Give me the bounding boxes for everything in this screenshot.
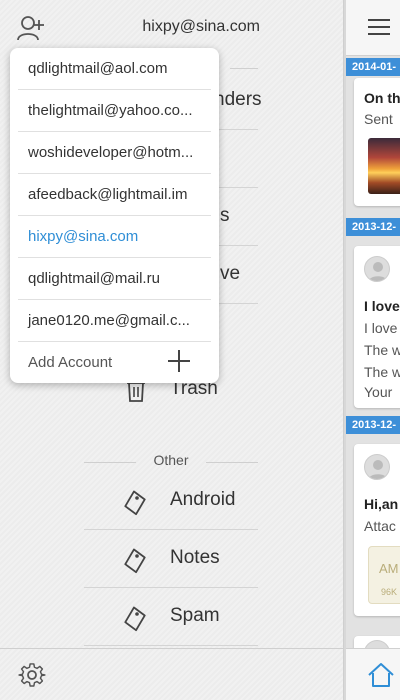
- tag-icon: [124, 490, 146, 516]
- mail-list-toolbar: [346, 0, 400, 56]
- gear-icon[interactable]: [18, 661, 46, 689]
- account-item[interactable]: thelightmail@yahoo.co...: [10, 90, 219, 132]
- mail-preview: I love: [364, 320, 398, 336]
- mail-subject: On th: [364, 90, 400, 106]
- account-switcher-dropdown: qdlightmail@aol.com thelightmail@yahoo.c…: [10, 48, 219, 383]
- account-item[interactable]: qdlightmail@aol.com: [10, 48, 219, 90]
- avatar: [364, 454, 390, 480]
- section-header-other: Other: [84, 452, 258, 472]
- label-name: Spam: [170, 605, 220, 626]
- account-item[interactable]: woshideveloper@hotm...: [10, 132, 219, 174]
- account-item[interactable]: afeedback@lightmail.im: [10, 174, 219, 216]
- label-item-spam[interactable]: Spam: [84, 588, 258, 646]
- account-item-active[interactable]: hixpy@sina.com: [10, 216, 219, 258]
- account-item[interactable]: qdlightmail@mail.ru: [10, 258, 219, 300]
- label-item-android[interactable]: Android: [84, 472, 258, 530]
- label-name: Notes: [170, 547, 220, 568]
- menu-item-label: ve: [220, 263, 241, 284]
- mail-subject: I love: [364, 298, 400, 314]
- date-header: 2013-12-: [346, 218, 400, 236]
- add-user-icon[interactable]: [16, 14, 46, 42]
- mail-preview: The w: [364, 364, 400, 380]
- mail-list-panel: 2014-01- On th Sent 2013-12- I love I lo…: [346, 0, 400, 700]
- label-item-notes[interactable]: Notes: [84, 530, 258, 588]
- plus-icon[interactable]: [166, 348, 192, 374]
- mail-preview: Sent: [364, 111, 393, 127]
- tag-icon: [124, 606, 146, 632]
- mail-list-bottombar: [346, 648, 400, 700]
- mail-preview: Attac: [364, 518, 396, 534]
- tag-icon: [124, 548, 146, 574]
- menu-item-label: nders: [214, 89, 262, 110]
- current-account-email[interactable]: hixpy@sina.com: [142, 18, 260, 36]
- date-header: 2014-01-: [346, 58, 400, 76]
- mail-preview: Your: [364, 384, 393, 400]
- section-label: Other: [153, 452, 189, 468]
- mail-thumbnail-image: [368, 138, 400, 194]
- attachment-chip[interactable]: AM 96K: [368, 546, 400, 604]
- menu-item-label: s: [220, 205, 230, 226]
- account-item[interactable]: jane0120.me@gmail.c...: [10, 300, 219, 342]
- drawer-footer: [0, 648, 344, 700]
- attachment-size: 96K: [381, 587, 398, 597]
- hamburger-menu-icon[interactable]: [368, 18, 390, 36]
- avatar: [364, 256, 390, 282]
- home-icon[interactable]: [366, 661, 396, 689]
- date-header: 2013-12-: [346, 416, 400, 434]
- attachment-extension: AM: [379, 561, 399, 576]
- label-name: Android: [170, 489, 236, 510]
- add-account-button[interactable]: Add Account: [28, 354, 112, 371]
- mail-card[interactable]: On th Sent: [354, 78, 400, 206]
- mail-preview: The w: [364, 342, 400, 358]
- mail-card[interactable]: I love I love The w The w Your: [354, 246, 400, 408]
- mail-card[interactable]: Hi,an Attac AM 96K: [354, 444, 400, 616]
- divider: [230, 68, 258, 69]
- mail-subject: Hi,an: [364, 496, 399, 512]
